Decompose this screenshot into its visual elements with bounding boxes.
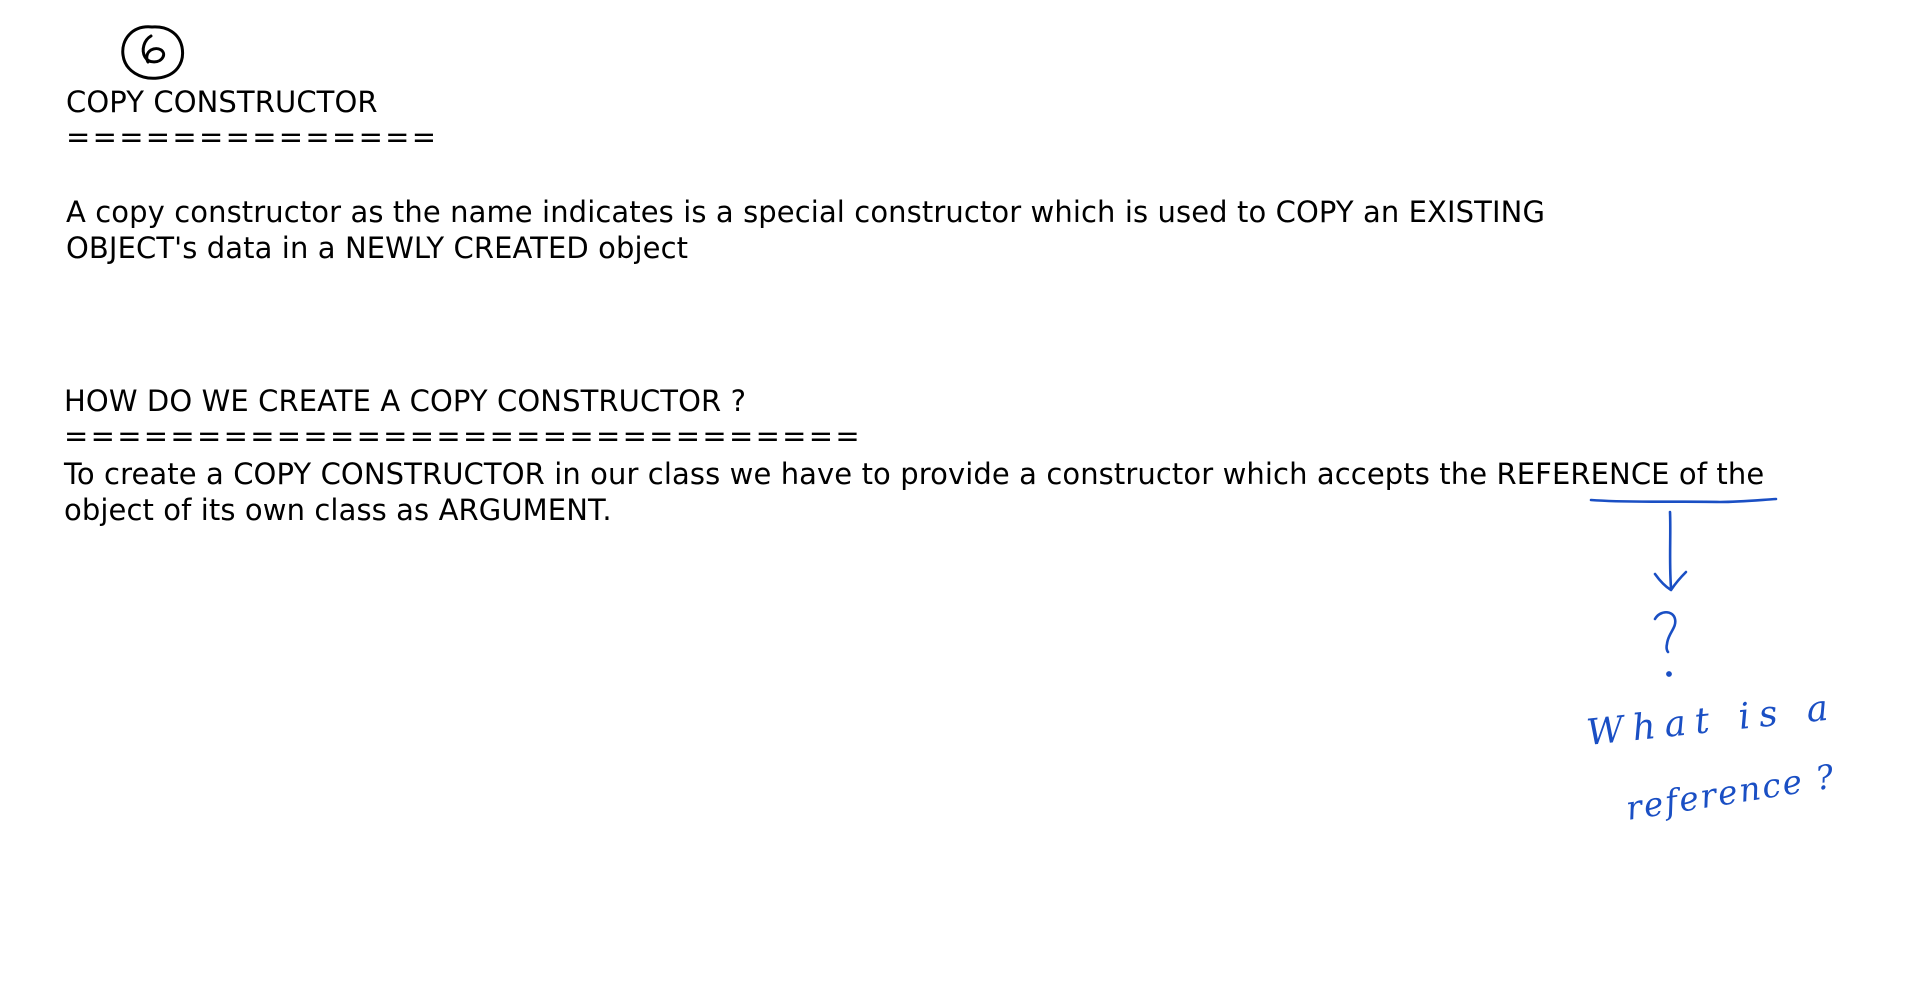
explanation-line-1: To create a COPY CONSTRUCTOR in our clas… <box>64 456 1764 492</box>
arrow-shaft <box>1668 510 1673 590</box>
note-line-2: reference ? <box>1623 756 1838 828</box>
section-heading-copy-constructor: COPY CONSTRUCTOR <box>66 85 378 119</box>
question-mark-dot <box>1666 671 1672 677</box>
reference-keyword: REFERENCE <box>1496 457 1670 491</box>
blue-ink <box>1589 497 1778 677</box>
page-number-mark <box>121 25 185 80</box>
note-line-1: What is a <box>1585 687 1839 754</box>
page-number-digit <box>141 34 166 64</box>
explanation-line-2: object of its own class as ARGUMENT. <box>64 493 612 527</box>
heading-underline: ============================== <box>64 419 862 453</box>
definition-line-1: A copy constructor as the name indicates… <box>66 195 1546 229</box>
explanation-text: To create a COPY CONSTRUCTOR in our clas… <box>64 457 1497 491</box>
explanation-text: of the <box>1669 457 1765 491</box>
page-number-circle <box>121 25 185 80</box>
definition-line-2: OBJECT's data in a NEWLY CREATED object <box>66 231 689 265</box>
arrow-head <box>1653 570 1688 592</box>
note-page: COPY CONSTRUCTOR ============== A copy c… <box>0 0 1920 991</box>
heading-underline: ============== <box>66 120 439 154</box>
question-mark-stroke <box>1653 610 1677 654</box>
handwritten-note: What is a reference ? <box>1585 687 1839 828</box>
section-heading-how-to-create: HOW DO WE CREATE A COPY CONSTRUCTOR ? <box>64 384 747 418</box>
reference-underline <box>1589 497 1778 504</box>
